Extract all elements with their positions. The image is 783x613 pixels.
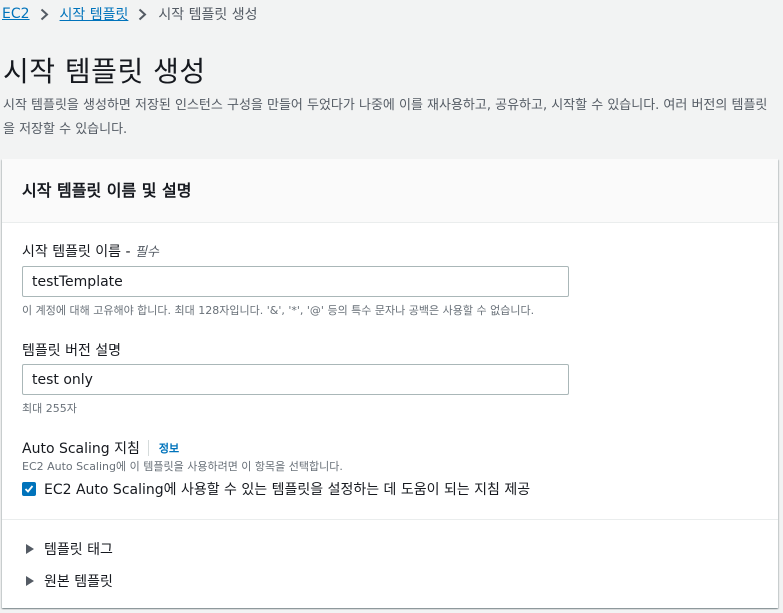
autoscaling-label-row: Auto Scaling 지침 정보 — [22, 438, 179, 458]
chevron-right-icon — [40, 7, 50, 21]
template-name-label: 시작 템플릿 이름 - 필수 — [22, 241, 159, 261]
template-description-input[interactable] — [22, 364, 569, 395]
required-marker: 필수 — [135, 245, 159, 260]
autoscaling-checkbox-row[interactable]: EC2 Auto Scaling에 사용할 수 있는 템플릿을 설정하는 데 도… — [22, 479, 530, 499]
template-description-hint: 최대 255자 — [22, 402, 77, 415]
section-divider — [2, 519, 778, 520]
template-name-hint: 이 계정에 대해 고유해야 합니다. 최대 128자입니다. '&', '*',… — [22, 304, 535, 317]
chevron-right-icon — [138, 7, 148, 21]
page-title: 시작 템플릿 생성 — [3, 55, 206, 88]
template-description-label: 템플릿 버전 설명 — [22, 343, 122, 359]
autoscaling-checkbox[interactable] — [22, 482, 36, 496]
expander-template-tags[interactable]: 템플릿 태그 — [26, 539, 113, 559]
panel-header: 시작 템플릿 이름 및 설명 — [2, 159, 778, 223]
breadcrumb-current: 시작 템플릿 생성 — [158, 7, 258, 23]
expander-source-template[interactable]: 원본 템플릿 — [26, 571, 113, 591]
breadcrumb: EC2 시작 템플릿 시작 템플릿 생성 — [2, 4, 257, 24]
page-description: 시작 템플릿을 생성하면 저장된 인스턴스 구성을 만들어 두었다가 나중에 이… — [3, 98, 768, 137]
expander-source-template-label[interactable]: 원본 템플릿 — [44, 571, 113, 591]
autoscaling-label: Auto Scaling 지침 — [22, 441, 140, 457]
template-name-input[interactable] — [22, 266, 569, 297]
info-link[interactable]: 정보 — [147, 440, 179, 456]
template-name-panel: 시작 템플릿 이름 및 설명 시작 템플릿 이름 - 필수 이 계정에 대해 고… — [2, 159, 778, 608]
autoscaling-hint: EC2 Auto Scaling에 이 템플릿을 사용하려면 이 항목을 선택합… — [22, 460, 343, 473]
breadcrumb-launch-templates[interactable]: 시작 템플릿 — [60, 4, 129, 24]
autoscaling-checkbox-label[interactable]: EC2 Auto Scaling에 사용할 수 있는 템플릿을 설정하는 데 도… — [44, 479, 530, 499]
panel-title: 시작 템플릿 이름 및 설명 — [22, 181, 192, 200]
caret-right-icon — [26, 576, 34, 586]
breadcrumb-ec2[interactable]: EC2 — [2, 6, 30, 22]
caret-right-icon — [26, 544, 34, 554]
template-name-label-text: 시작 템플릿 이름 - — [22, 244, 131, 260]
expander-template-tags-label[interactable]: 템플릿 태그 — [44, 539, 113, 559]
checkmark-icon — [24, 485, 34, 493]
